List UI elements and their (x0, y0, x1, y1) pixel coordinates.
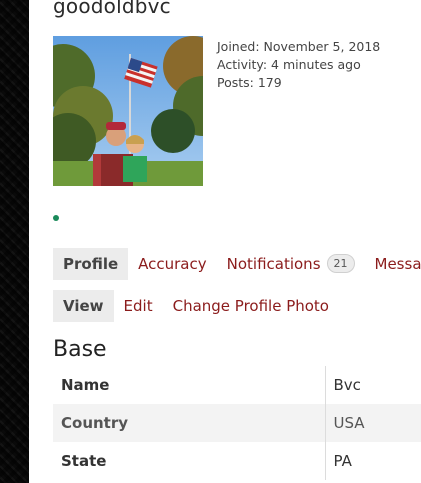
online-status-icon (53, 215, 59, 221)
post-count: Posts: 179 (217, 75, 282, 90)
avatar-photo (53, 36, 203, 186)
field-value-name: Bvc (324, 366, 421, 404)
subtab-change-photo[interactable]: Change Profile Photo (163, 290, 339, 322)
table-row: Country USA (53, 404, 421, 442)
profile-username: goodoldbvc (53, 0, 171, 18)
tab-label: Accuracy (138, 254, 207, 273)
profile-tabs: Profile Accuracy Notifications 21 Messag (53, 247, 421, 280)
field-value-state: PA (324, 442, 421, 480)
subtab-label: Change Profile Photo (172, 296, 329, 315)
notification-count-badge: 21 (326, 254, 355, 273)
field-value-country: USA (324, 404, 421, 442)
field-label-name: Name (61, 376, 110, 394)
subtab-view[interactable]: View (53, 289, 114, 322)
tab-accuracy[interactable]: Accuracy (128, 248, 216, 280)
subtab-edit[interactable]: Edit (114, 290, 163, 322)
subtab-label: Edit (123, 296, 153, 315)
tab-label: Messag (374, 254, 421, 273)
table-row: Name Bvc (53, 366, 421, 404)
joined-date: Joined: November 5, 2018 (217, 39, 381, 54)
table-row: State PA (53, 442, 421, 480)
field-label-state: State (61, 452, 107, 470)
tab-notifications[interactable]: Notifications 21 (217, 248, 365, 280)
tab-profile[interactable]: Profile (53, 247, 129, 280)
last-activity: Activity: 4 minutes ago (217, 57, 361, 72)
section-title: Base (53, 337, 107, 362)
tab-label: Notifications (226, 254, 321, 273)
tab-label: Profile (63, 254, 119, 273)
field-label-country: Country (53, 404, 325, 442)
subtab-label: View (63, 296, 104, 315)
profile-fields-table: Name Bvc Country USA State PA (53, 366, 421, 480)
tab-messages[interactable]: Messag (365, 248, 421, 280)
profile-meta: Joined: November 5, 2018 Activity: 4 min… (217, 38, 380, 92)
carbon-fiber-background (0, 0, 29, 483)
profile-subtabs: View Edit Change Profile Photo (53, 289, 339, 322)
profile-avatar[interactable] (53, 36, 203, 186)
